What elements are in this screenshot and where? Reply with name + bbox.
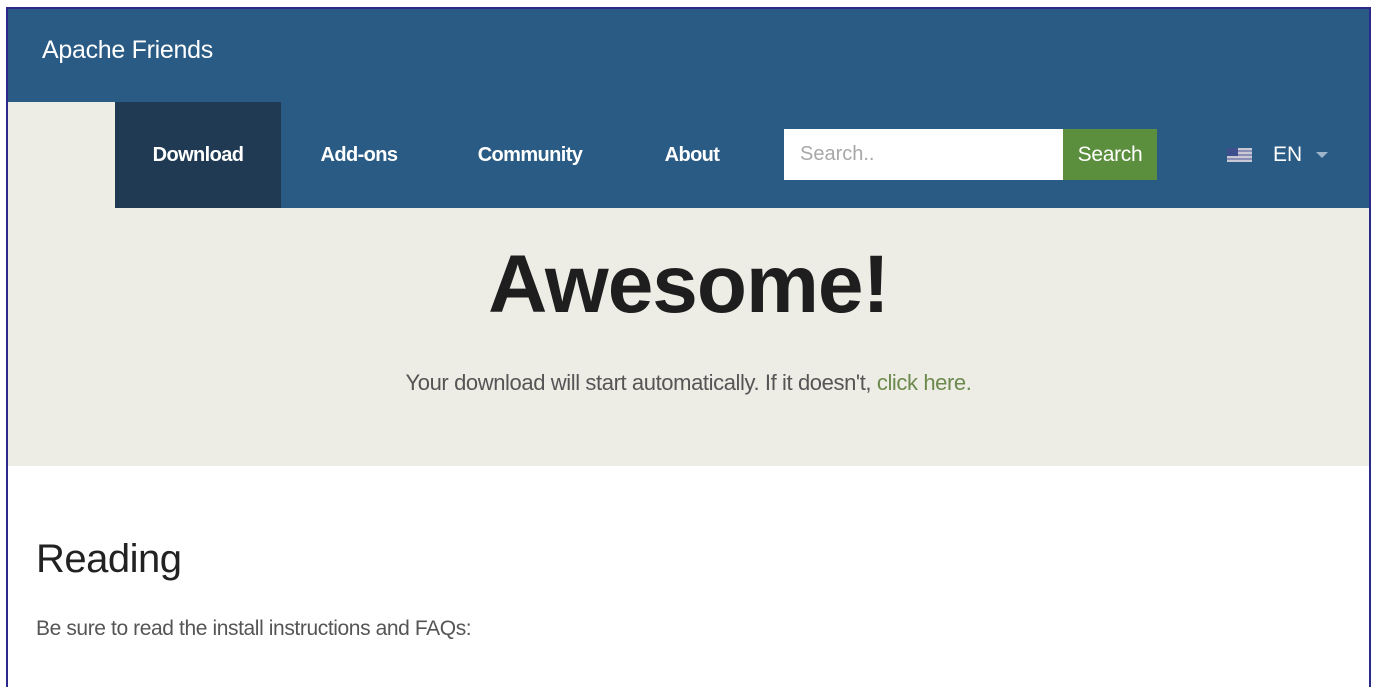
hero-message: Your download will start automatically. … [8, 370, 1369, 396]
site-header: Apache Friends [8, 9, 1369, 104]
click-here-link[interactable]: click here. [877, 370, 972, 395]
language-selector[interactable]: EN [1227, 129, 1329, 180]
download-hero: Awesome! Your download will start automa… [8, 208, 1369, 466]
browser-frame: Apache Friends Download Add-ons Communit… [6, 7, 1371, 687]
chevron-down-icon [1316, 151, 1329, 158]
reading-text: Be sure to read the install instructions… [36, 617, 472, 640]
us-flag-icon [1227, 147, 1252, 162]
search-input[interactable] [784, 129, 1063, 180]
nav-item-add-ons[interactable]: Add-ons [301, 102, 417, 208]
language-label: EN [1273, 142, 1303, 166]
hero-message-text: Your download will start automatically. … [405, 370, 872, 395]
main-navigation: Download Add-ons Community About Search … [115, 102, 1369, 208]
hero-title: Awesome! [488, 239, 890, 330]
site-brand[interactable]: Apache Friends [42, 36, 213, 65]
nav-item-about[interactable]: About [645, 102, 739, 208]
nav-item-community[interactable]: Community [455, 102, 605, 208]
reading-title: Reading [36, 537, 182, 581]
search-button[interactable]: Search [1063, 129, 1157, 180]
nav-item-download[interactable]: Download [115, 102, 281, 208]
nav-left-spacer [8, 102, 115, 208]
